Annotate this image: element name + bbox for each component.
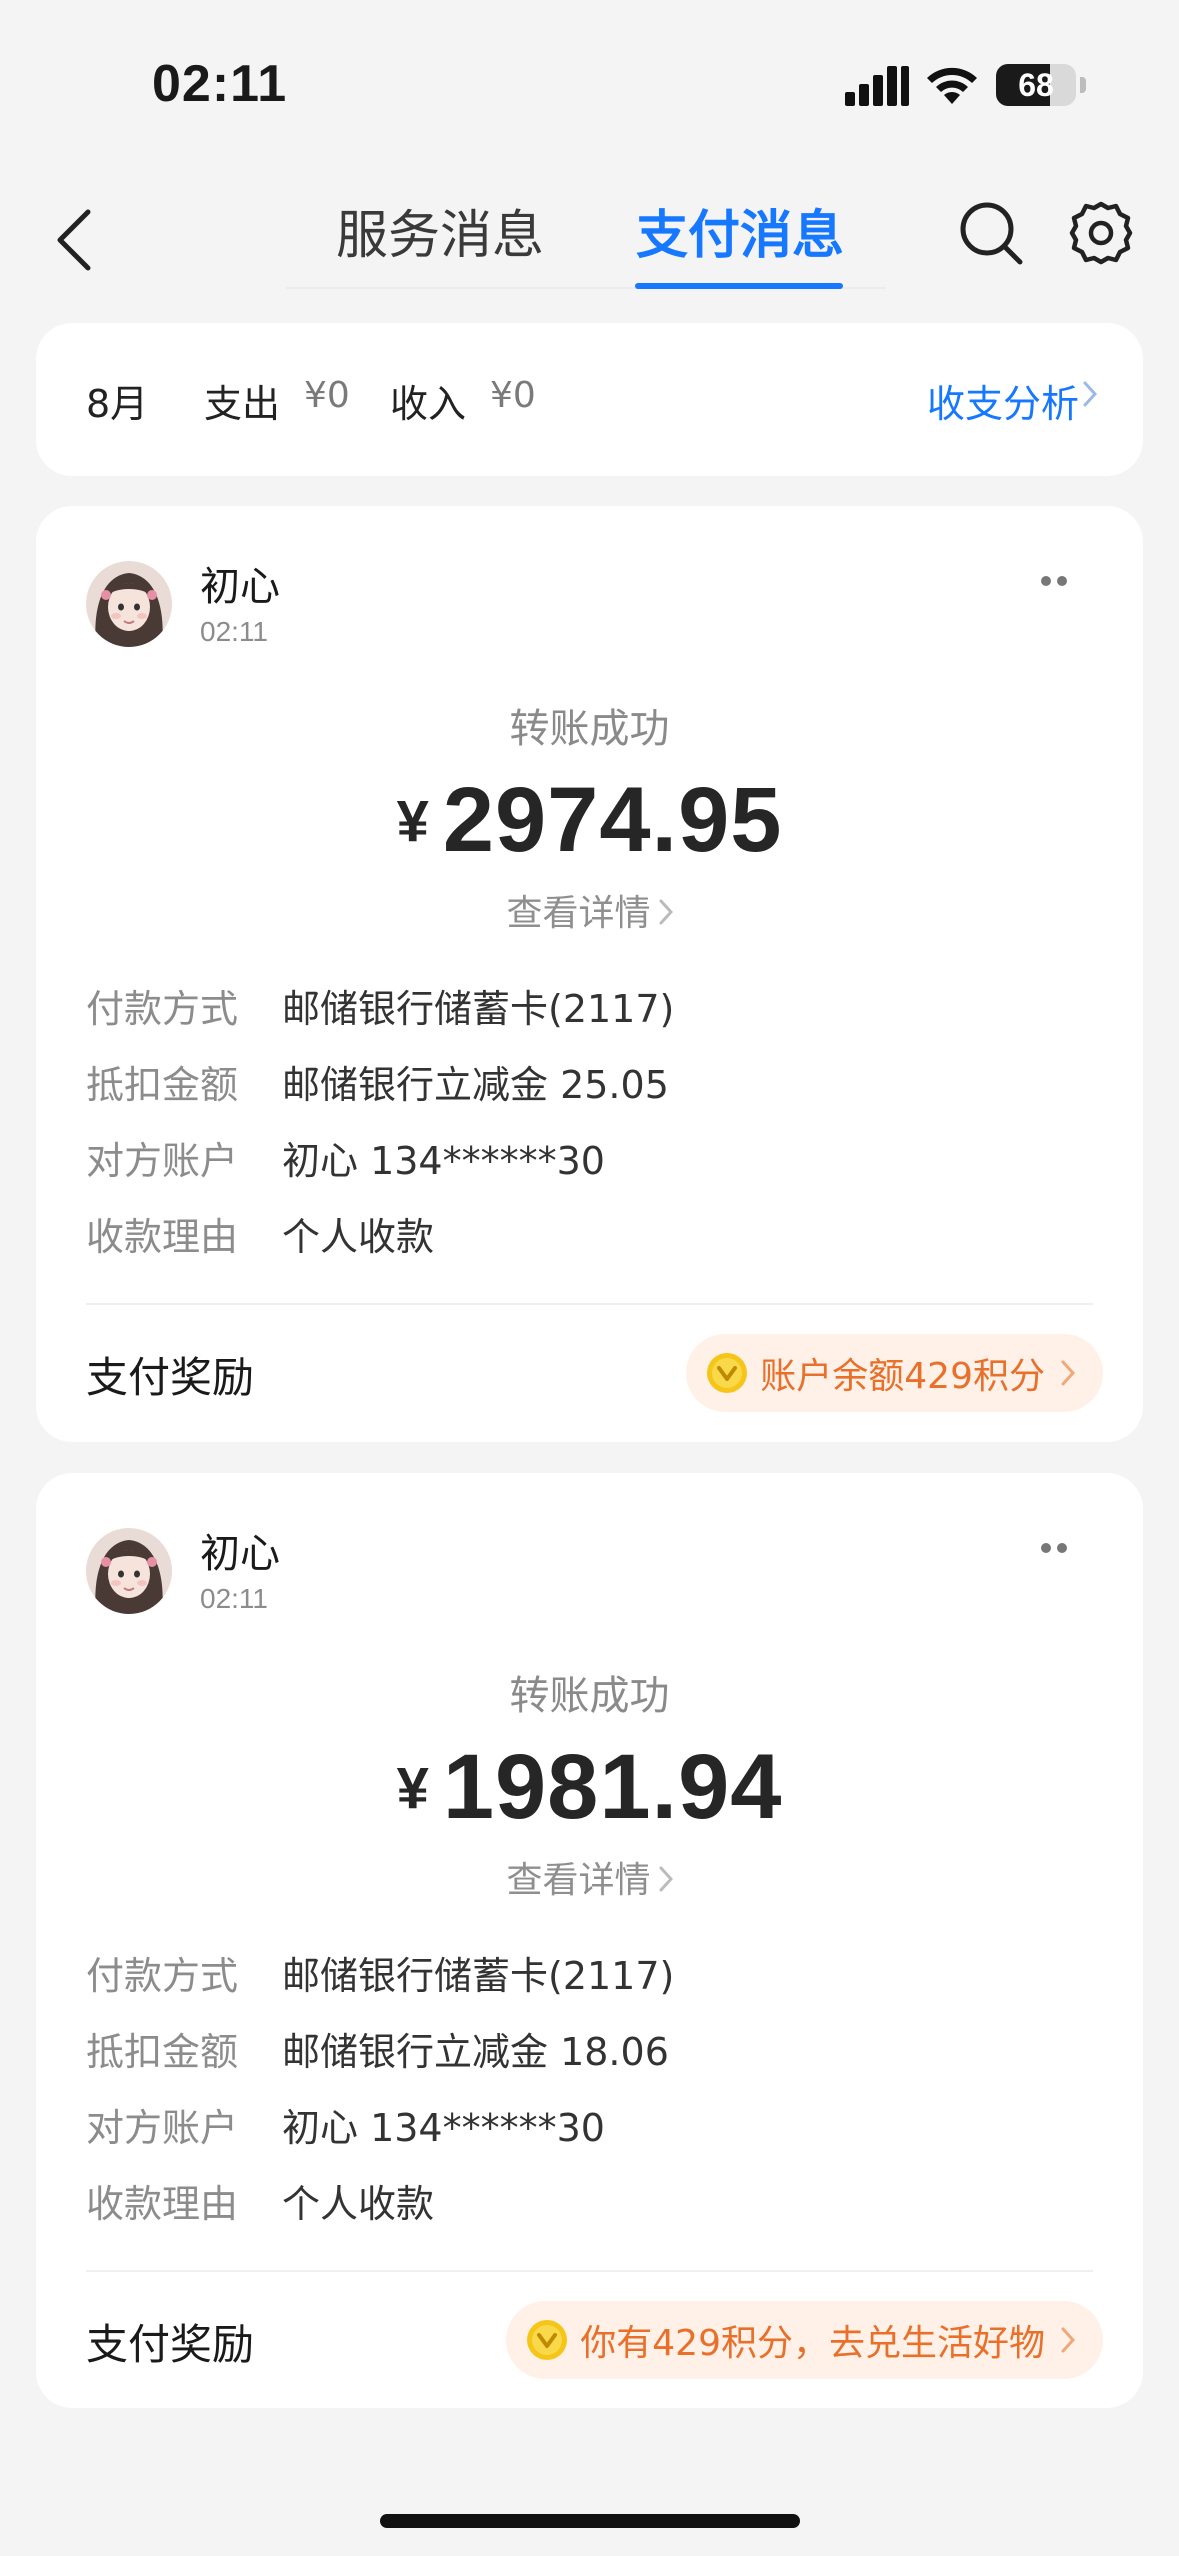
- coin-icon: [707, 1353, 748, 1393]
- tab-payment-messages[interactable]: 支付消息: [636, 196, 844, 276]
- info-value: 个人收款: [282, 1215, 435, 1259]
- chevron-right-icon: [659, 899, 673, 925]
- sender-name: 初心: [200, 1531, 280, 1577]
- battery-cap: [1080, 77, 1086, 93]
- avatar[interactable]: [86, 561, 172, 647]
- home-indicator[interactable]: [380, 2514, 800, 2528]
- expense-label: 支出: [204, 382, 281, 426]
- message-time: 02:11: [200, 616, 268, 647]
- reward-text: 你有429积分，去兑生活好物: [580, 2323, 1045, 2364]
- monthly-summary-card: 8月 支出 ¥0 收入 ¥0 收支分析: [36, 323, 1143, 476]
- tab-service-messages[interactable]: 服务消息: [336, 196, 544, 276]
- income-value: ¥0: [490, 375, 536, 416]
- avatar[interactable]: [86, 1528, 172, 1614]
- status-bar: 02:11 68: [0, 0, 1179, 170]
- expense-value: ¥0: [304, 375, 350, 416]
- info-value: 初心 134******30: [282, 1139, 605, 1183]
- info-label: 付款方式: [86, 987, 239, 1031]
- info-label: 收款理由: [86, 1215, 239, 1259]
- info-value: 邮储银行立减金 25.05: [282, 1063, 669, 1107]
- chevron-right-icon: [659, 1866, 673, 1892]
- payment-reward-label: 支付奖励: [86, 2320, 255, 2369]
- amount-value: 1981.94: [442, 1736, 783, 1838]
- gear-icon[interactable]: [1066, 198, 1136, 268]
- info-label: 抵扣金额: [86, 2030, 239, 2074]
- info-label: 对方账户: [86, 2106, 239, 2150]
- nav-bar: 服务消息 支付消息: [0, 170, 1179, 310]
- status-time: 02:11: [152, 55, 288, 113]
- transfer-status: 转账成功: [509, 1673, 670, 1719]
- chevron-right-icon: [1061, 1360, 1075, 1386]
- back-arrow-icon[interactable]: [44, 200, 104, 280]
- currency-symbol: ¥: [396, 789, 429, 854]
- currency-symbol: ¥: [396, 1756, 429, 1821]
- view-details-label: 查看详情: [506, 893, 651, 934]
- payment-message-card[interactable]: 初心 02:11 转账成功 ¥2974.95 查看详情 付款方式 邮储银行储蓄卡…: [36, 506, 1143, 1442]
- info-value: 邮储银行储蓄卡(2117): [282, 987, 675, 1031]
- view-details-link[interactable]: 查看详情: [36, 1851, 1143, 1903]
- info-label: 对方账户: [86, 1139, 239, 1183]
- coin-icon: [527, 2320, 568, 2360]
- reward-points-pill[interactable]: 账户余额429积分: [686, 1334, 1103, 1412]
- income-expense-analysis-link[interactable]: 收支分析: [927, 373, 1079, 428]
- reward-text: 账户余额429积分: [760, 1356, 1045, 1397]
- reward-points-pill[interactable]: 你有429积分，去兑生活好物: [506, 2301, 1103, 2379]
- search-icon[interactable]: [956, 198, 1026, 268]
- chevron-right-icon: [1061, 2327, 1075, 2353]
- battery-icon: 68: [996, 64, 1076, 106]
- amount: ¥2974.95: [36, 768, 1143, 873]
- info-value: 初心 134******30: [282, 2106, 605, 2150]
- divider: [86, 1303, 1093, 1305]
- battery-percent: 68: [1018, 66, 1054, 103]
- info-value: 个人收款: [282, 2182, 435, 2226]
- view-details-label: 查看详情: [506, 1860, 651, 1901]
- active-tab-indicator: [635, 283, 843, 289]
- cellular-signal-icon: [845, 66, 909, 106]
- chevron-right-icon: [1083, 381, 1097, 407]
- divider: [86, 2270, 1093, 2272]
- transfer-status: 转账成功: [509, 706, 670, 752]
- payment-reward-label: 支付奖励: [86, 1353, 255, 1402]
- amount: ¥1981.94: [36, 1735, 1143, 1840]
- wifi-icon: [927, 67, 977, 104]
- info-label: 收款理由: [86, 2182, 239, 2226]
- payment-message-card[interactable]: 初心 02:11 转账成功 ¥1981.94 查看详情 付款方式 邮储银行储蓄卡…: [36, 1473, 1143, 2408]
- income-label: 收入: [390, 382, 467, 426]
- view-details-link[interactable]: 查看详情: [36, 884, 1143, 936]
- more-dots-icon[interactable]: [1041, 576, 1071, 586]
- info-label: 付款方式: [86, 1954, 239, 1998]
- more-dots-icon[interactable]: [1041, 1543, 1071, 1553]
- info-value: 邮储银行立减金 18.06: [282, 2030, 669, 2074]
- summary-month[interactable]: 8月: [86, 373, 148, 428]
- info-value: 邮储银行储蓄卡(2117): [282, 1954, 675, 1998]
- sender-name: 初心: [200, 564, 280, 610]
- message-time: 02:11: [200, 1583, 268, 1614]
- info-label: 抵扣金额: [86, 1063, 239, 1107]
- amount-value: 2974.95: [442, 769, 783, 871]
